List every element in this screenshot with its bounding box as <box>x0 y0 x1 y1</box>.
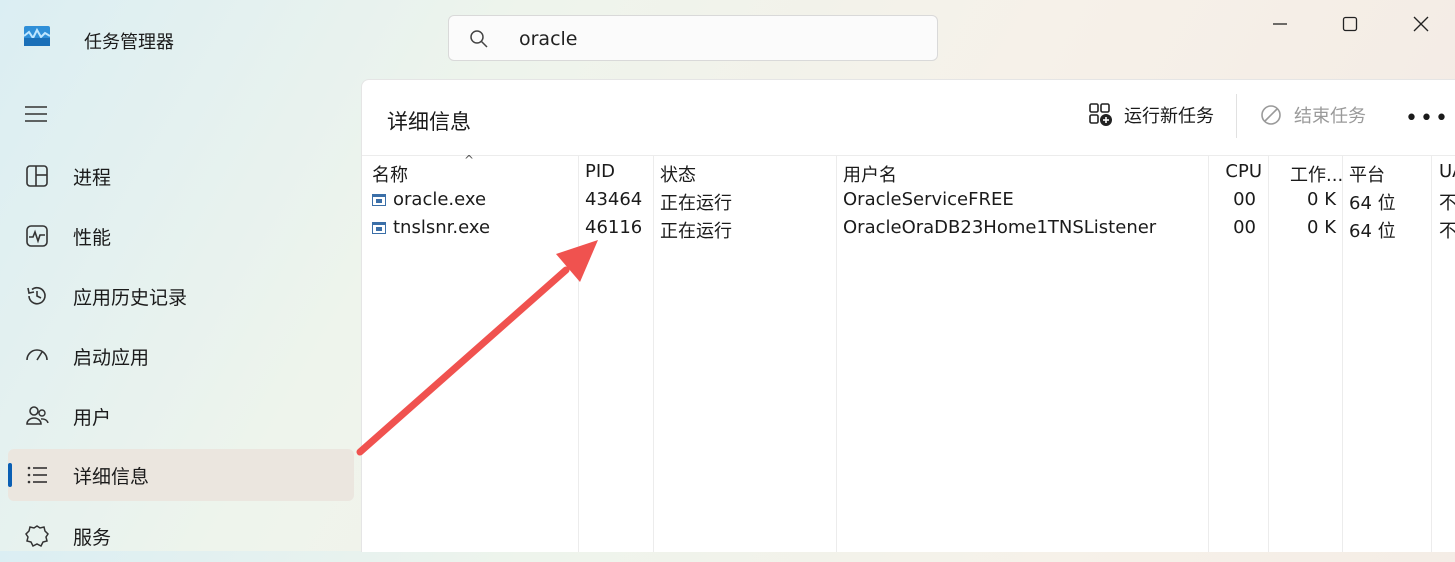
column-header-memory[interactable]: 工作... <box>1290 161 1343 187</box>
run-new-task-icon <box>1089 103 1112 126</box>
sidebar-item-label: 应用历史记录 <box>73 286 188 309</box>
minimize-button[interactable] <box>1266 12 1294 36</box>
column-header-uac[interactable]: UA <box>1439 161 1455 182</box>
process-memory: 0 K <box>1307 217 1336 238</box>
column-header-pid[interactable]: PID <box>585 161 615 182</box>
process-status: 正在运行 <box>660 221 732 242</box>
sort-ascending-icon: ^ <box>464 153 475 167</box>
sidebar-item-performance[interactable]: 性能 <box>8 210 354 262</box>
search-box[interactable]: oracle <box>448 15 938 61</box>
sidebar-item-label: 性能 <box>73 226 112 249</box>
process-name: oracle.exe <box>393 189 487 210</box>
details-icon <box>27 466 47 484</box>
details-table: ^ 名称 PID 状态 用户名 CPU 工作... 平台 UA oracle.e… <box>362 153 1455 552</box>
process-username: OracleOraDB23Home1TNSListener <box>843 217 1157 238</box>
column-header-username[interactable]: 用户名 <box>843 161 897 187</box>
sidebar-item-app-history[interactable]: 应用历史记录 <box>8 270 354 322</box>
history-icon <box>27 286 46 305</box>
process-uac: 不 <box>1439 221 1455 242</box>
process-uac: 不 <box>1439 193 1455 214</box>
column-header-cpu[interactable]: CPU <box>1208 161 1262 182</box>
process-platform: 64 位 <box>1349 193 1396 214</box>
process-pid: 43464 <box>585 189 643 210</box>
toolbar-divider <box>1236 94 1237 138</box>
users-icon <box>26 406 49 425</box>
app-title: 任务管理器 <box>84 32 174 53</box>
more-options-button[interactable]: ••• <box>1405 106 1450 131</box>
sidebar-item-details[interactable]: 详细信息 <box>8 449 354 501</box>
sidebar-item-services[interactable]: 服务 <box>8 510 354 562</box>
maximize-icon <box>1342 16 1358 32</box>
search-icon <box>470 30 488 48</box>
process-pid: 46116 <box>585 217 643 238</box>
sidebar-item-users[interactable]: 用户 <box>8 390 354 442</box>
process-platform: 64 位 <box>1349 221 1396 242</box>
close-button[interactable] <box>1407 12 1435 36</box>
page-title: 详细信息 <box>387 110 471 134</box>
sidebar-item-label: 进程 <box>73 166 112 189</box>
close-icon <box>1413 16 1429 32</box>
startup-icon <box>26 349 48 361</box>
run-new-task-label: 运行新任务 <box>1124 106 1214 127</box>
processes-icon <box>26 165 48 187</box>
process-icon <box>372 194 386 206</box>
search-input[interactable]: oracle <box>519 28 578 50</box>
sidebar-item-label: 详细信息 <box>73 465 150 488</box>
process-name: tnslsnr.exe <box>393 217 491 238</box>
process-cpu: 00 <box>1233 189 1256 210</box>
sidebar-item-label: 启动应用 <box>73 346 150 369</box>
task-manager-app-icon <box>24 26 50 46</box>
services-icon <box>25 525 49 548</box>
end-task-label: 结束任务 <box>1294 106 1366 127</box>
sidebar-item-label: 服务 <box>73 526 112 549</box>
process-username: OracleServiceFREE <box>843 189 1014 210</box>
process-memory: 0 K <box>1307 189 1336 210</box>
sidebar-item-processes[interactable]: 进程 <box>8 150 354 202</box>
column-header-name[interactable]: 名称 <box>372 161 408 187</box>
sidebar-item-startup[interactable]: 启动应用 <box>8 330 354 382</box>
hamburger-menu-icon[interactable] <box>24 104 48 124</box>
process-cpu: 00 <box>1233 217 1256 238</box>
process-icon <box>372 222 386 234</box>
end-task-button[interactable]: 结束任务 <box>1258 102 1366 128</box>
performance-icon <box>26 225 48 247</box>
sidebar-item-label: 用户 <box>73 406 112 429</box>
process-status: 正在运行 <box>660 193 732 214</box>
column-header-status[interactable]: 状态 <box>660 161 696 187</box>
column-header-platform[interactable]: 平台 <box>1349 161 1385 187</box>
end-task-icon <box>1261 105 1281 125</box>
maximize-button[interactable] <box>1336 12 1364 36</box>
run-new-task-button[interactable]: 运行新任务 <box>1088 102 1214 128</box>
minimize-icon <box>1273 23 1287 25</box>
details-panel: 详细信息 运行新任务 结束任务 ••• ^ 名称 PID 状态 用户名 CPU … <box>361 79 1455 552</box>
